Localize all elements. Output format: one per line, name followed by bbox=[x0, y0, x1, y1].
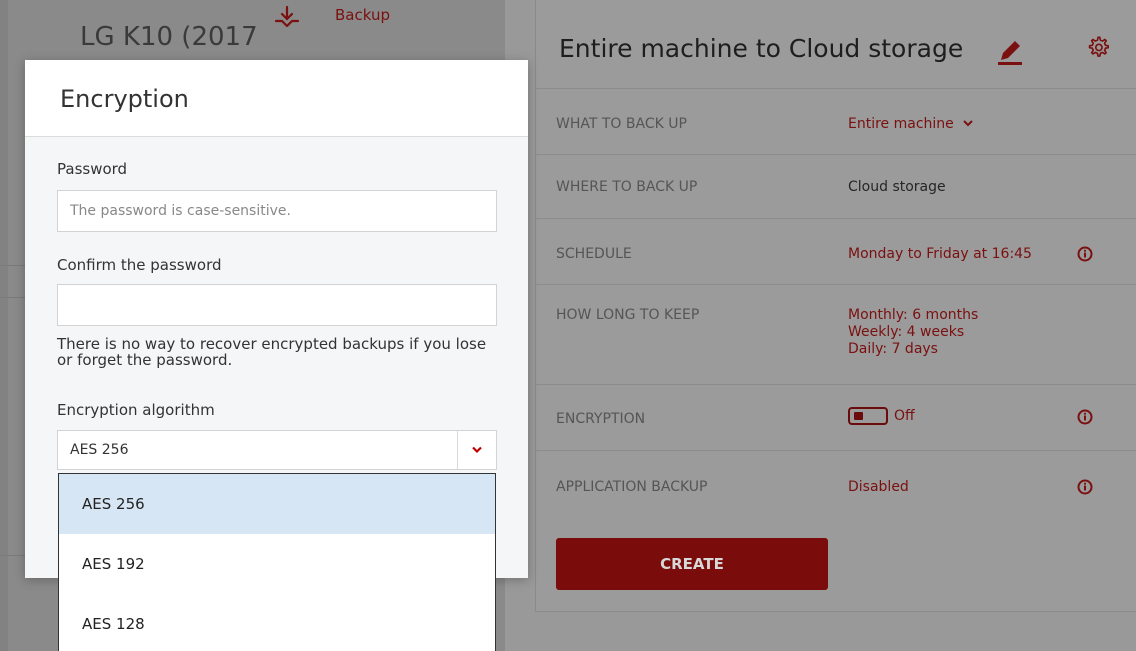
password-label: Password bbox=[57, 160, 128, 178]
device-title: LG K10 (2017 bbox=[80, 22, 258, 52]
row-label: HOW LONG TO KEEP bbox=[556, 307, 700, 323]
info-icon[interactable] bbox=[1077, 409, 1093, 425]
info-icon[interactable] bbox=[1077, 246, 1093, 262]
background-divider bbox=[0, 297, 25, 298]
create-button[interactable]: CREATE bbox=[556, 538, 828, 590]
row-label: SCHEDULE bbox=[556, 246, 632, 262]
background-divider bbox=[0, 265, 25, 266]
toggle-switch[interactable] bbox=[848, 407, 888, 425]
algorithm-option[interactable]: AES 256 bbox=[59, 474, 495, 534]
algorithm-selected-value: AES 256 bbox=[70, 442, 129, 458]
info-icon[interactable] bbox=[1077, 479, 1093, 495]
backup-plan-panel: Entire machine to Cloud storage WHAT TO … bbox=[535, 0, 1136, 612]
algorithm-option[interactable]: AES 128 bbox=[59, 594, 495, 651]
confirm-password-input[interactable] bbox=[57, 284, 497, 326]
row-label: APPLICATION BACKUP bbox=[556, 479, 708, 495]
schedule-value[interactable]: Monday to Friday at 16:45 bbox=[848, 246, 1032, 263]
row-label: ENCRYPTION bbox=[556, 411, 646, 427]
recovery-warning: There is no way to recover encrypted bac… bbox=[57, 335, 487, 369]
row-what-to-back-up: WHAT TO BACK UP Entire machine bbox=[536, 88, 1136, 154]
background-edge bbox=[0, 0, 8, 651]
row-label: WHERE TO BACK UP bbox=[556, 179, 698, 195]
row-label: WHAT TO BACK UP bbox=[556, 116, 687, 132]
confirm-password-label: Confirm the password bbox=[57, 256, 222, 274]
chevron-down-icon[interactable] bbox=[470, 445, 484, 455]
gear-icon[interactable] bbox=[1087, 36, 1109, 58]
encryption-toggle[interactable]: Off bbox=[848, 407, 915, 425]
password-input[interactable] bbox=[57, 190, 497, 232]
algorithm-option[interactable]: AES 192 bbox=[59, 534, 495, 594]
row-value: Entire machine bbox=[848, 116, 954, 132]
row-application-backup: APPLICATION BACKUP Disabled bbox=[536, 450, 1136, 520]
retention-weekly: Weekly: 4 weeks bbox=[848, 324, 965, 340]
where-to-back-up-value[interactable]: Cloud storage bbox=[848, 179, 946, 196]
row-encryption: ENCRYPTION Off bbox=[536, 384, 1136, 450]
background-divider bbox=[0, 555, 25, 556]
application-backup-value[interactable]: Disabled bbox=[848, 479, 909, 496]
plan-title: Entire machine to Cloud storage bbox=[559, 34, 964, 63]
row-how-long-to-keep: HOW LONG TO KEEP Monthly: 6 months Weekl… bbox=[536, 284, 1136, 384]
what-to-back-up-select[interactable]: Entire machine bbox=[848, 116, 974, 133]
chevron-down-icon bbox=[963, 120, 973, 127]
dialog-title: Encryption bbox=[60, 85, 189, 113]
row-schedule: SCHEDULE Monday to Friday at 16:45 bbox=[536, 218, 1136, 284]
retention-daily: Daily: 7 days bbox=[848, 341, 938, 357]
retention-monthly: Monthly: 6 months bbox=[848, 307, 979, 323]
algorithm-dropdown-list: AES 256 AES 192 AES 128 bbox=[58, 473, 496, 651]
algorithm-label: Encryption algorithm bbox=[57, 401, 215, 419]
pencil-icon[interactable] bbox=[995, 36, 1025, 66]
row-where-to-back-up: WHERE TO BACK UP Cloud storage bbox=[536, 154, 1136, 218]
dialog-header: Encryption bbox=[25, 60, 528, 137]
algorithm-select[interactable]: AES 256 bbox=[57, 430, 497, 470]
backup-download-icon[interactable] bbox=[272, 4, 302, 34]
toggle-state: Off bbox=[894, 408, 915, 424]
retention-value[interactable]: Monthly: 6 months Weekly: 4 weeks Daily:… bbox=[848, 307, 978, 358]
select-divider bbox=[457, 431, 458, 469]
backup-nav-label[interactable]: Backup bbox=[335, 6, 390, 24]
